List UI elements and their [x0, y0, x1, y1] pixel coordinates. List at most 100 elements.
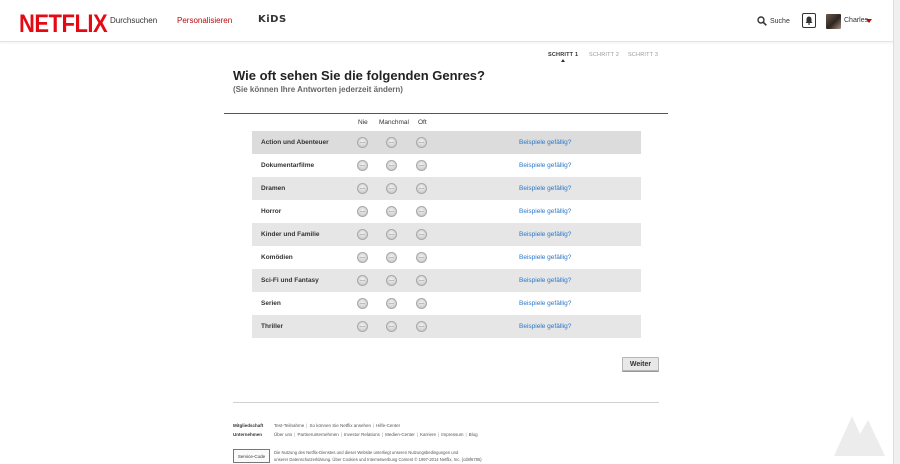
radio-nie[interactable]	[357, 298, 368, 309]
radio-manchmal[interactable]	[386, 321, 397, 332]
genre-label: Komödien	[261, 254, 293, 261]
bell-icon	[805, 16, 813, 25]
link-separator: |	[306, 423, 308, 428]
column-header-oft: Oft	[418, 119, 427, 126]
genre-row: Komödien Beispiele gefällig?	[252, 246, 641, 269]
link-separator: |	[294, 432, 296, 437]
step-indicator-arrow	[561, 59, 565, 62]
divider	[224, 113, 668, 114]
search-button[interactable]: Suche	[757, 15, 790, 27]
footer-link[interactable]: Partnerunternehmen	[297, 432, 338, 437]
link-separator: |	[438, 432, 440, 437]
step-2: SCHRITT 2	[589, 52, 620, 58]
genre-row: Dokumentarfilme Beispiele gefällig?	[252, 154, 641, 177]
genre-row: Serien Beispiele gefällig?	[252, 292, 641, 315]
radio-nie[interactable]	[357, 229, 368, 240]
genre-row: Thriller Beispiele gefällig?	[252, 315, 641, 338]
profile-name[interactable]: Charles	[844, 17, 868, 24]
footer-company-links: Über uns | Partnerunternehmen | Investor Rel…	[274, 432, 478, 437]
radio-nie[interactable]	[357, 252, 368, 263]
radio-oft[interactable]	[416, 298, 427, 309]
radio-nie[interactable]	[357, 160, 368, 171]
step-3: SCHRITT 3	[628, 52, 659, 58]
genre-row: Kinder und Familie Beispiele gefällig?	[252, 223, 641, 246]
footer-divider	[233, 402, 659, 403]
nav-personalisieren[interactable]: Personalisieren	[177, 16, 232, 25]
column-header-manchmal: Manchmal	[379, 119, 409, 126]
genre-row: Dramen Beispiele gefällig?	[252, 177, 641, 200]
radio-oft[interactable]	[416, 160, 427, 171]
radio-manchmal[interactable]	[386, 183, 397, 194]
genre-label: Action und Abenteuer	[261, 139, 329, 146]
radio-nie[interactable]	[357, 206, 368, 217]
genre-label: Horror	[261, 208, 282, 215]
service-code-button[interactable]: Service-Code	[233, 449, 270, 463]
genre-label: Serien	[261, 300, 281, 307]
examples-link[interactable]: Beispiele gefällig?	[519, 162, 571, 169]
link-separator: |	[340, 432, 342, 437]
radio-oft[interactable]	[416, 206, 427, 217]
link-separator: |	[372, 423, 375, 428]
radio-manchmal[interactable]	[386, 275, 397, 286]
footer-link[interactable]: So können Sie Netflix ansehen	[309, 423, 371, 428]
radio-oft[interactable]	[416, 275, 427, 286]
genre-row: Sci-Fi und Fantasy Beispiele gefällig?	[252, 269, 641, 292]
radio-manchmal[interactable]	[386, 298, 397, 309]
examples-link[interactable]: Beispiele gefällig?	[519, 277, 571, 284]
radio-nie[interactable]	[357, 137, 368, 148]
nav-kids[interactable]: KiDS	[258, 14, 287, 25]
watermark-logo	[834, 416, 885, 456]
radio-oft[interactable]	[416, 252, 427, 263]
footer-link[interactable]: Investor Relations	[344, 432, 380, 437]
legal-text-line-2: unserer Datenschutzerklärung. Über Cooki…	[274, 457, 482, 462]
examples-link[interactable]: Beispiele gefällig?	[519, 208, 571, 215]
examples-link[interactable]: Beispiele gefällig?	[519, 300, 571, 307]
genre-label: Dokumentarfilme	[261, 162, 315, 169]
footer-link[interactable]: Medien-Center	[385, 432, 415, 437]
netflix-logo[interactable]: NETFLIX	[19, 9, 108, 39]
footer-link[interactable]: Karriere	[420, 432, 436, 437]
radio-oft[interactable]	[416, 229, 427, 240]
scrollbar[interactable]	[893, 0, 900, 464]
notifications-button[interactable]	[802, 13, 816, 28]
radio-nie[interactable]	[357, 321, 368, 332]
search-icon	[757, 16, 767, 26]
search-label: Suche	[770, 17, 790, 25]
examples-link[interactable]: Beispiele gefällig?	[519, 185, 571, 192]
radio-manchmal[interactable]	[386, 206, 397, 217]
step-1: SCHRITT 1	[548, 52, 579, 58]
footer-link[interactable]: Impressum	[441, 432, 463, 437]
genre-row: Horror Beispiele gefällig?	[252, 200, 641, 223]
radio-manchmal[interactable]	[386, 252, 397, 263]
radio-manchmal[interactable]	[386, 137, 397, 148]
genre-label: Kinder und Familie	[261, 231, 320, 238]
chevron-down-icon[interactable]	[866, 19, 872, 23]
profile-avatar[interactable]	[826, 14, 841, 29]
radio-manchmal[interactable]	[386, 160, 397, 171]
examples-link[interactable]: Beispiele gefällig?	[519, 254, 571, 261]
radio-nie[interactable]	[357, 183, 368, 194]
radio-oft[interactable]	[416, 137, 427, 148]
next-button[interactable]: Weiter	[622, 357, 659, 371]
radio-oft[interactable]	[416, 183, 427, 194]
link-separator: |	[381, 432, 384, 437]
examples-link[interactable]: Beispiele gefällig?	[519, 231, 571, 238]
footer-link[interactable]: Test-Teilnahme	[274, 423, 304, 428]
examples-link[interactable]: Beispiele gefällig?	[519, 139, 571, 146]
genre-label: Thriller	[261, 323, 284, 330]
footer-link[interactable]: Hilfe-Center	[376, 423, 400, 428]
radio-nie[interactable]	[357, 275, 368, 286]
genre-label: Dramen	[261, 185, 286, 192]
legal-text-line-1: Die Nutzung des Netflix-Dienstes und die…	[274, 450, 459, 455]
radio-manchmal[interactable]	[386, 229, 397, 240]
link-separator: |	[416, 432, 419, 437]
radio-oft[interactable]	[416, 321, 427, 332]
page-subtitle: (Sie können Ihre Antworten jederzeit änd…	[233, 85, 403, 94]
page-title: Wie oft sehen Sie die folgenden Genres?	[233, 68, 485, 83]
examples-link[interactable]: Beispiele gefällig?	[519, 323, 571, 330]
nav-durchsuchen[interactable]: Durchsuchen	[110, 16, 157, 25]
footer-link[interactable]: Blog	[469, 432, 478, 437]
footer-link[interactable]: Über uns	[274, 432, 292, 437]
link-separator: |	[465, 432, 467, 437]
footer-membership-label: Mitgliedschaft	[233, 423, 264, 428]
